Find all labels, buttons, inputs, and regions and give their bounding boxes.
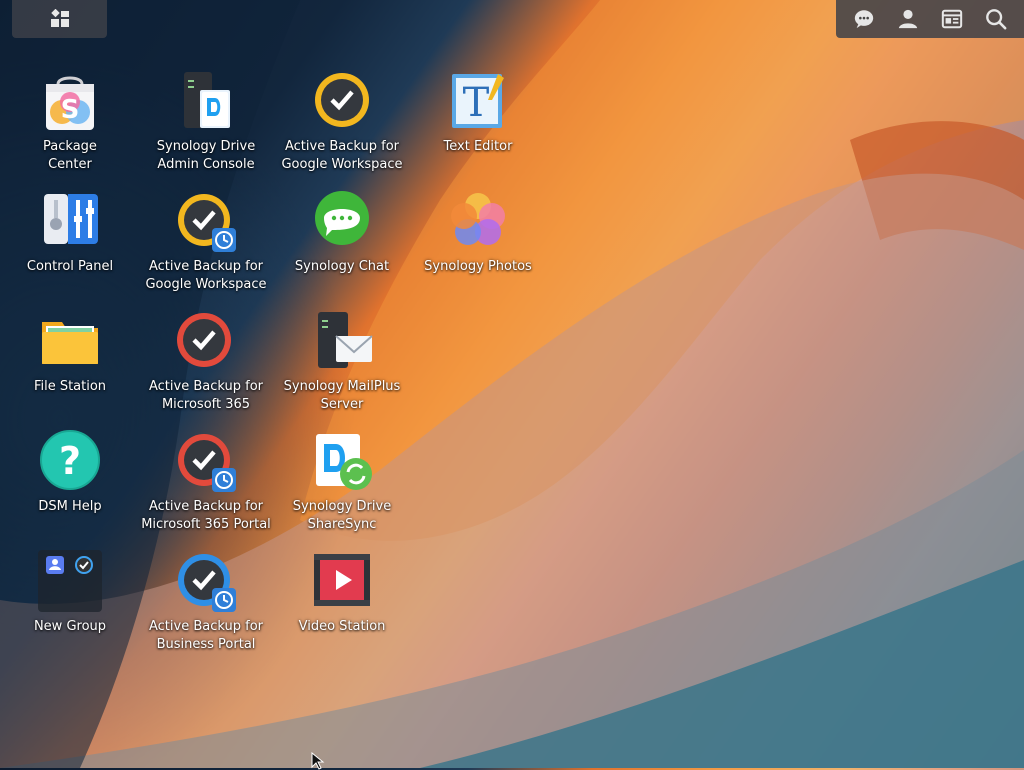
svg-text:T: T xyxy=(463,80,490,126)
desktop-icon-dsm-help[interactable]: ? DSM Help xyxy=(2,430,138,516)
desktop-icon-drive-admin-console[interactable]: Synology Drive Admin Console xyxy=(138,70,274,174)
system-tray xyxy=(836,0,1024,38)
svg-text:S: S xyxy=(61,95,80,125)
desktop-icon-new-group[interactable]: New Group xyxy=(2,550,138,636)
search-icon[interactable] xyxy=(982,5,1010,33)
desktop-icon-video-station[interactable]: Video Station xyxy=(274,550,410,636)
desktop-icon-mailplus-server[interactable]: Synology MailPlus Server xyxy=(274,310,410,414)
active-backup-business-portal-icon xyxy=(174,550,238,614)
desktop-icon-active-backup-m365-portal[interactable]: Active Backup for Microsoft 365 Portal xyxy=(138,430,274,534)
desktop-icon-control-panel[interactable]: Control Panel xyxy=(2,190,138,276)
text-editor-icon: T xyxy=(446,70,510,134)
desktop-icon-text-editor[interactable]: T Text Editor xyxy=(410,70,546,156)
active-backup-m365-icon xyxy=(174,310,238,374)
dsm-help-icon: ? xyxy=(38,430,102,494)
new-group-icon xyxy=(38,550,102,614)
mouse-cursor-icon xyxy=(311,752,327,770)
active-backup-m365-portal-icon xyxy=(174,430,238,494)
desktop-icon-package-center[interactable]: S Package Center xyxy=(2,70,138,174)
drive-sharesync-icon xyxy=(310,430,374,494)
active-backup-google-portal-icon xyxy=(174,190,238,254)
svg-text:?: ? xyxy=(59,439,81,483)
desktop-icon-active-backup-google[interactable]: Active Backup for Google Workspace xyxy=(274,70,410,174)
desktop-icon-active-backup-google-portal[interactable]: Active Backup for Google Workspace xyxy=(138,190,274,294)
grid-icon xyxy=(50,9,70,29)
desktop-icon-synology-photos[interactable]: Synology Photos xyxy=(410,190,546,276)
user-icon[interactable] xyxy=(894,5,922,33)
mailplus-server-icon xyxy=(310,310,374,374)
video-station-icon xyxy=(310,550,374,614)
desktop-icon-synology-chat[interactable]: Synology Chat xyxy=(274,190,410,276)
chat-icon[interactable] xyxy=(850,5,878,33)
file-station-icon xyxy=(38,310,102,374)
control-panel-icon xyxy=(38,190,102,254)
drive-admin-console-icon xyxy=(174,70,238,134)
desktop-icon-active-backup-business-portal[interactable]: Active Backup for Business Portal xyxy=(138,550,274,654)
main-menu-button[interactable] xyxy=(12,0,107,38)
synology-chat-icon xyxy=(310,190,374,254)
desktop-icon-active-backup-m365[interactable]: Active Backup for Microsoft 365 xyxy=(138,310,274,414)
widgets-icon[interactable] xyxy=(938,5,966,33)
active-backup-google-icon xyxy=(310,70,374,134)
desktop-icon-file-station[interactable]: File Station xyxy=(2,310,138,396)
desktop-icon-drive-sharesync[interactable]: Synology Drive ShareSync xyxy=(274,430,410,534)
synology-photos-icon xyxy=(446,190,510,254)
package-center-icon: S xyxy=(38,70,102,134)
